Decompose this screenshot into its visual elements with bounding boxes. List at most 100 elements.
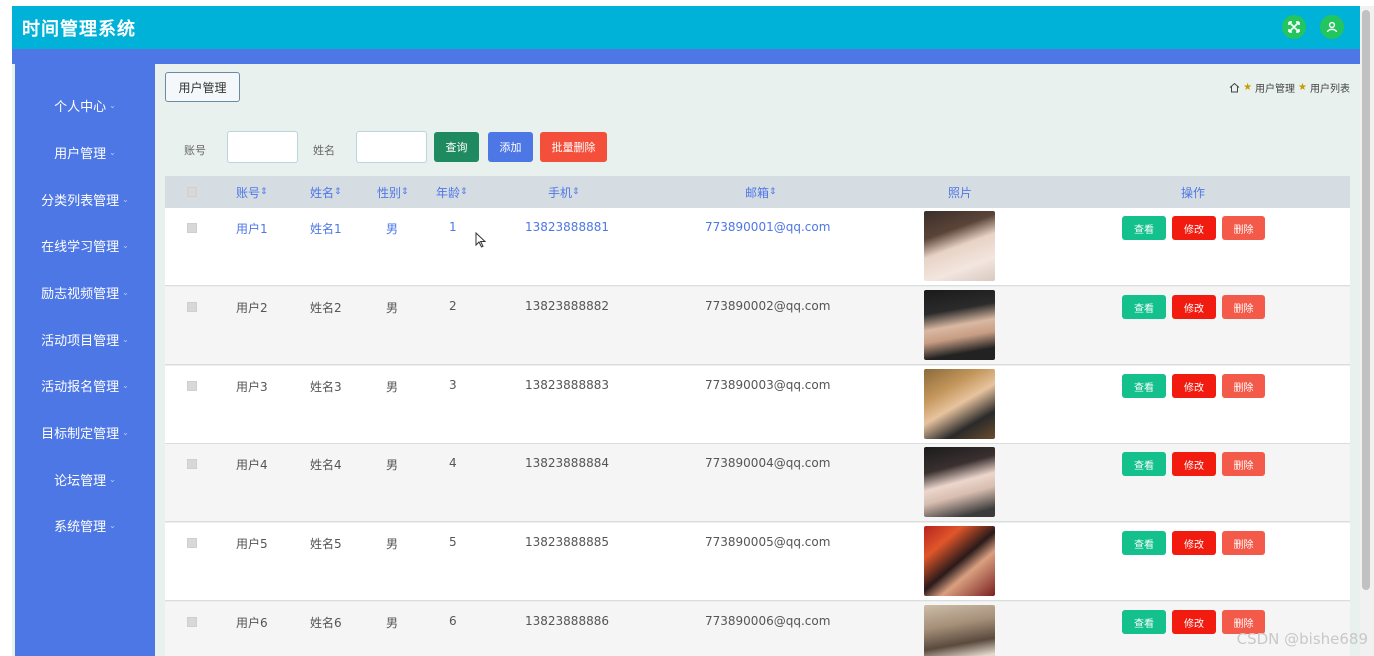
star-icon: ★ [1298,82,1307,93]
cell-phone: 13823888882 [525,299,609,313]
chevron-down-icon: ⌄ [122,380,129,390]
cell-email: 773890005@qq.com [705,535,831,549]
name-label: 姓名 [313,144,335,157]
account-input[interactable] [227,131,298,163]
cell-age: 6 [449,614,457,628]
scrollbar-thumb[interactable] [1362,10,1370,590]
sidebar-item-motivational-video[interactable]: 励志视频管理 ⌄ [15,279,155,305]
cell-account: 用户2 [236,301,268,315]
cell-gender: 男 [386,537,399,551]
row-checkbox[interactable] [187,223,197,233]
sidebar-item-user-management[interactable]: 用户管理 ⌄ [15,139,155,165]
cell-name: 姓名2 [310,301,342,315]
cell-account: 用户3 [236,380,268,394]
row-checkbox[interactable] [187,302,197,312]
chevron-down-icon: ⌄ [109,100,116,110]
cell-account: 用户6 [236,616,268,630]
account-label: 账号 [184,144,206,157]
home-icon[interactable] [1229,82,1240,93]
chevron-down-icon: ⌄ [122,194,129,204]
user-photo [924,526,995,596]
sidebar-item-label: 在线学习管理 [41,239,120,255]
th-label: 邮箱 [745,185,770,200]
chevron-down-icon: ⌄ [122,334,129,344]
sidebar-item-label: 论坛管理 [54,473,107,489]
app-window: 时间管理系统 个人中心 ⌄ 用户管理 ⌄ 分类列表管理 ⌄ 在线学习管理 ⌄ 励志视频管… [12,6,1360,656]
edit-button[interactable]: 修改 [1172,610,1216,634]
cell-account: 用户4 [236,458,268,472]
th-label: 手机 [548,185,573,200]
th-phone[interactable]: 手机 ⇕ [548,176,580,208]
sidebar-item-personal-center[interactable]: 个人中心 ⌄ [15,92,155,118]
sidebar-item-label: 活动报名管理 [41,379,120,395]
sidebar-item-goal-setting[interactable]: 目标制定管理 ⌄ [15,419,155,445]
delete-button[interactable]: 删除 [1222,216,1265,240]
cell-email: 773890003@qq.com [705,378,831,392]
row-checkbox[interactable] [187,459,197,469]
cell-gender: 男 [386,458,399,472]
edit-button[interactable]: 修改 [1172,452,1216,476]
section-tab[interactable]: 用户管理 [165,72,240,102]
cell-name: 姓名4 [310,458,342,472]
cell-email: 773890006@qq.com [705,614,831,628]
sidebar-item-forum[interactable]: 论坛管理 ⌄ [15,466,155,492]
th-email[interactable]: 邮箱 ⇕ [745,176,777,208]
delete-button[interactable]: 删除 [1222,531,1265,555]
cell-age: 1 [449,220,457,234]
cell-phone: 13823888885 [525,535,609,549]
edit-button[interactable]: 修改 [1172,295,1216,319]
expand-icon[interactable] [1282,15,1306,39]
cell-email: 773890001@qq.com [705,220,831,234]
table-row: 用户6 姓名6 男 6 13823888886 773890006@qq.com… [165,602,1350,656]
view-button[interactable]: 查看 [1122,452,1166,476]
user-photo [924,605,995,656]
cell-age: 2 [449,299,457,313]
cell-age: 4 [449,456,457,470]
edit-button[interactable]: 修改 [1172,374,1216,398]
sidebar-item-label: 用户管理 [54,146,107,162]
app-title: 时间管理系统 [22,19,136,40]
delete-button[interactable]: 删除 [1222,295,1265,319]
cell-name: 姓名6 [310,616,342,630]
delete-button[interactable]: 删除 [1222,452,1265,476]
user-icon-glyph [1326,21,1338,33]
row-checkbox[interactable] [187,617,197,627]
sidebar-item-label: 目标制定管理 [41,426,120,442]
view-button[interactable]: 查看 [1122,374,1166,398]
delete-button[interactable]: 删除 [1222,374,1265,398]
sidebar-item-activity-project[interactable]: 活动项目管理 ⌄ [15,326,155,352]
view-button[interactable]: 查看 [1122,295,1166,319]
sort-icon: ⇕ [401,187,409,197]
select-all-checkbox[interactable] [187,187,197,197]
name-input[interactable] [356,131,427,163]
th-age[interactable]: 年龄 ⇕ [436,176,468,208]
sidebar-item-activity-registration[interactable]: 活动报名管理 ⌄ [15,372,155,398]
sidebar-item-system[interactable]: 系统管理 ⌄ [15,512,155,538]
th-gender[interactable]: 性别 ⇕ [377,176,409,208]
cell-account: 用户5 [236,537,268,551]
edit-button[interactable]: 修改 [1172,216,1216,240]
sidebar-item-label: 分类列表管理 [41,193,120,209]
sort-icon: ⇕ [334,187,342,197]
cell-gender: 男 [386,301,399,315]
cell-gender: 男 [386,222,399,236]
user-icon[interactable] [1320,15,1344,39]
batch-delete-button[interactable]: 批量删除 [540,132,607,162]
sidebar-item-category-list[interactable]: 分类列表管理 ⌄ [15,186,155,212]
th-name[interactable]: 姓名 ⇕ [310,176,342,208]
th-account[interactable]: 账号 ⇕ [236,176,268,208]
add-button[interactable]: 添加 [488,132,533,162]
view-button[interactable]: 查看 [1122,610,1166,634]
view-button[interactable]: 查看 [1122,216,1166,240]
edit-button[interactable]: 修改 [1172,531,1216,555]
row-checkbox[interactable] [187,538,197,548]
cell-phone: 13823888883 [525,378,609,392]
table-row: 用户2 姓名2 男 2 13823888882 773890002@qq.com… [165,287,1350,365]
row-checkbox[interactable] [187,381,197,391]
view-button[interactable]: 查看 [1122,531,1166,555]
cell-age: 5 [449,535,457,549]
sidebar-item-label: 活动项目管理 [41,333,120,349]
query-button[interactable]: 查询 [434,132,479,162]
breadcrumb-level1[interactable]: 用户管理 [1255,80,1295,95]
sidebar-item-online-learning[interactable]: 在线学习管理 ⌄ [15,232,155,258]
